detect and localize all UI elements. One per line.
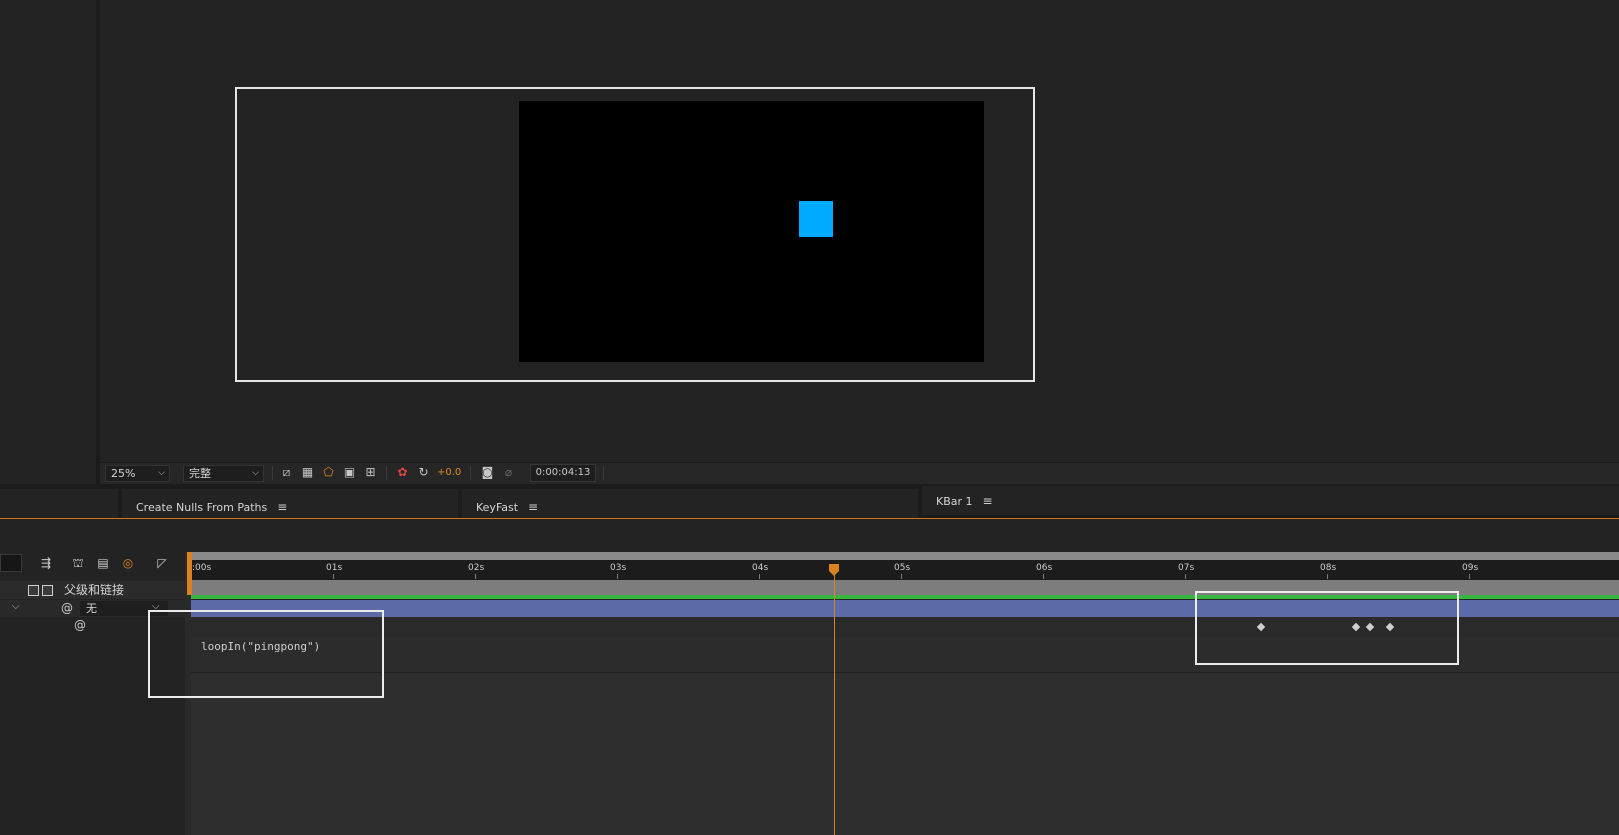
- tab-empty[interactable]: [0, 489, 118, 518]
- work-area-start-handle[interactable]: [187, 552, 192, 595]
- layer-search-input[interactable]: [0, 554, 22, 572]
- resolution-dropdown[interactable]: 完整 ⌵: [183, 465, 264, 482]
- reset-exposure-icon[interactable]: ↻: [416, 465, 431, 480]
- annotation-box-expression: [148, 610, 384, 698]
- graph-editor-icon[interactable]: ◸: [154, 556, 170, 570]
- left-panel: [0, 0, 96, 484]
- ruler-tick: [901, 574, 902, 579]
- fast-preview-icon[interactable]: ⧄: [279, 465, 294, 480]
- exposure-value[interactable]: +0.0: [437, 466, 461, 480]
- toolbar-separator: [272, 466, 273, 480]
- chevron-down-icon: ⌵: [252, 468, 259, 478]
- tab-create-nulls-from-paths[interactable]: Create Nulls From Paths ≡: [122, 489, 458, 518]
- shape-layer-square[interactable]: [799, 201, 833, 237]
- resolution-value: 完整: [189, 467, 211, 480]
- channels-icon[interactable]: ✿: [395, 465, 410, 480]
- snapshot-camera-icon[interactable]: ◙: [480, 465, 495, 480]
- ruler-label: 09s: [1462, 563, 1479, 573]
- ruler-label: 06s: [1036, 563, 1053, 573]
- ruler-tick: [759, 574, 760, 579]
- ruler-label: 02s: [468, 563, 485, 573]
- ruler-label: 07s: [1178, 563, 1195, 573]
- tab-label: KeyFast: [476, 501, 519, 514]
- ruler-label: 08s: [1320, 563, 1337, 573]
- ruler-tick: [1327, 574, 1328, 579]
- ruler-label: 01s: [326, 563, 343, 573]
- ruler-tick: [475, 574, 476, 579]
- shy-layers-icon[interactable]: ⛫: [70, 556, 86, 570]
- ruler-tick: [1185, 574, 1186, 579]
- chevron-down-icon: ⌵: [158, 468, 165, 478]
- current-time-indicator-head[interactable]: [828, 564, 840, 576]
- solo-column-icon[interactable]: [28, 585, 39, 596]
- parent-link-column-label: 父级和链接: [64, 583, 125, 597]
- show-snapshot-icon[interactable]: ⌀: [501, 465, 516, 480]
- ruler-label: 05s: [894, 563, 911, 573]
- toolbar-separator: [603, 466, 604, 480]
- composition-canvas[interactable]: [519, 101, 984, 362]
- ruler-tick: [1043, 574, 1044, 579]
- tab-label: Create Nulls From Paths: [136, 501, 268, 514]
- ruler-label: 04s: [752, 563, 769, 573]
- ruler-label: :00s: [192, 563, 212, 573]
- ruler-tick: [333, 574, 334, 579]
- ruler-tick: [1469, 574, 1470, 579]
- frame-blending-icon[interactable]: ▤: [95, 556, 111, 570]
- parent-value: 无: [86, 602, 97, 615]
- current-time-indicator-line[interactable]: [834, 566, 835, 835]
- viewer-timecode[interactable]: 0:00:04:13: [530, 464, 596, 482]
- expand-chevron-icon[interactable]: ⌵: [12, 601, 20, 612]
- composition-flowchart-icon[interactable]: ⇶: [38, 556, 54, 570]
- annotation-box-keyframes: [1195, 591, 1459, 665]
- tab-label: KBar 1: [936, 495, 973, 508]
- tab-kbar[interactable]: KBar 1 ≡: [922, 486, 1619, 515]
- grid-guides-icon[interactable]: ⊞: [363, 465, 378, 480]
- work-area-bar[interactable]: [191, 552, 1619, 560]
- mask-visibility-icon[interactable]: ⬠: [321, 465, 336, 480]
- ruler-label: 03s: [610, 563, 627, 573]
- zoom-dropdown[interactable]: 25% ⌵: [105, 465, 170, 482]
- panel-menu-icon[interactable]: ≡: [983, 486, 993, 516]
- motion-blur-icon[interactable]: ◎: [120, 556, 136, 570]
- transparency-grid-icon[interactable]: ▦: [300, 465, 315, 480]
- zoom-value: 25%: [111, 467, 136, 480]
- tab-keyfast[interactable]: KeyFast ≡: [462, 489, 918, 518]
- ruler-tick: [617, 574, 618, 579]
- expression-pick-whip-icon[interactable]: @: [74, 618, 86, 632]
- lock-column-icon[interactable]: [42, 585, 53, 596]
- toolbar-separator: [470, 466, 471, 480]
- pick-whip-icon[interactable]: @: [61, 601, 73, 615]
- toolbar-separator: [386, 466, 387, 480]
- region-of-interest-icon[interactable]: ▣: [342, 465, 357, 480]
